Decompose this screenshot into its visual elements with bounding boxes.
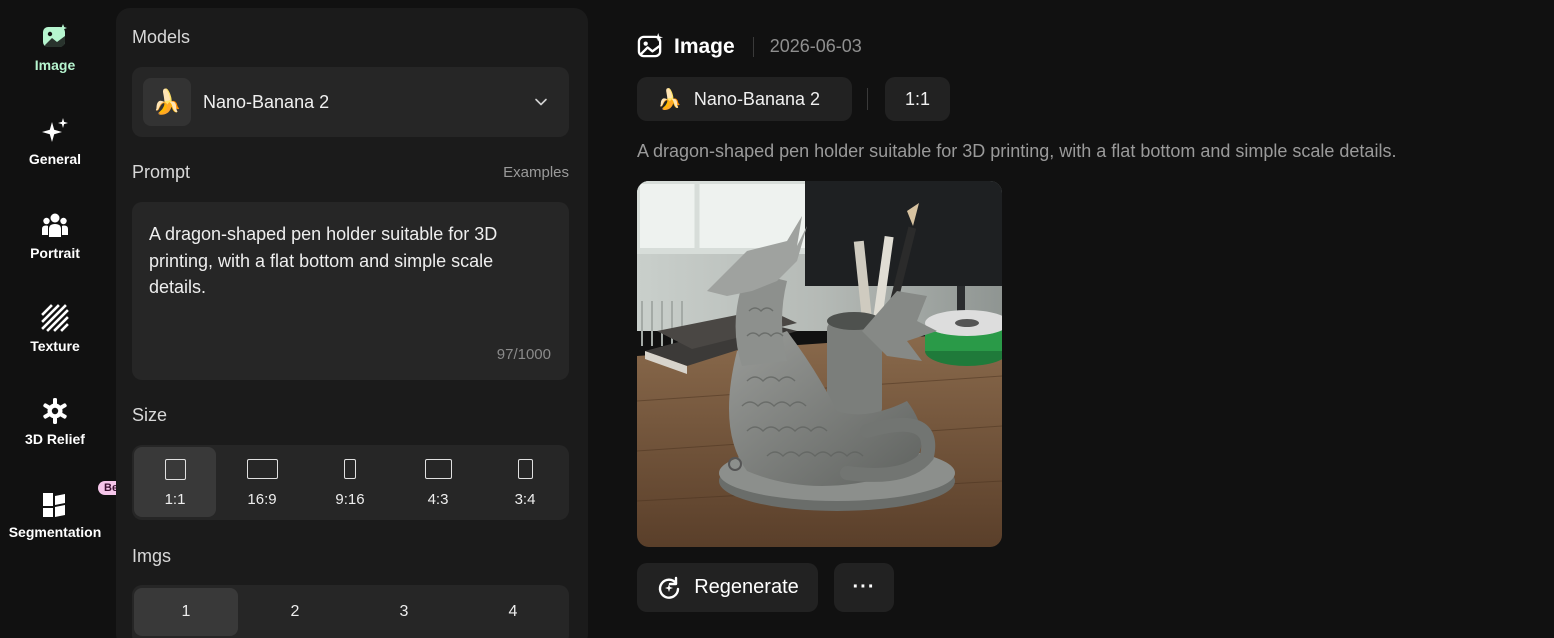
portrait-ratio-icon xyxy=(517,459,533,479)
model-dropdown[interactable]: 🍌 Nano-Banana 2 xyxy=(132,67,569,137)
size-option-3-4[interactable]: 3:4 xyxy=(484,447,566,517)
img-count-option-1[interactable]: 1 xyxy=(134,588,238,636)
imgs-title: Imgs xyxy=(132,546,172,566)
size-selector: 1:1 16:9 9:16 4:3 3:4 xyxy=(132,445,569,520)
divider xyxy=(867,88,868,110)
size-option-1-1[interactable]: 1:1 xyxy=(134,447,216,517)
size-label: 16:9 xyxy=(247,491,277,508)
banana-icon: 🍌 xyxy=(143,78,191,126)
image-sparkle-icon xyxy=(40,22,70,52)
more-options-button[interactable]: ··· xyxy=(834,563,894,612)
nav-item-portrait[interactable]: Portrait xyxy=(0,210,110,261)
size-label: 4:3 xyxy=(427,491,449,508)
regenerate-label: Regenerate xyxy=(694,576,799,598)
model-name: Nano-Banana 2 xyxy=(203,91,330,112)
prompt-title: Prompt xyxy=(132,162,191,182)
result-model-name: Nano-Banana 2 xyxy=(693,88,821,109)
nav-label-texture: Texture xyxy=(30,338,80,354)
nav-label-segmentation: Segmentation xyxy=(8,524,102,540)
result-ratio-chip: 1:1 xyxy=(885,77,950,121)
img-count-option-3[interactable]: 3 xyxy=(352,588,456,636)
size-label: 1:1 xyxy=(164,491,186,508)
size-option-16-9[interactable]: 16:9 xyxy=(221,447,303,517)
generated-image[interactable] xyxy=(637,181,1002,547)
img-count-option-4[interactable]: 4 xyxy=(461,588,565,636)
sparkles-icon xyxy=(40,116,70,146)
nav-item-image[interactable]: Image xyxy=(0,22,110,73)
landscape-ratio-icon xyxy=(424,459,452,479)
segmentation-icon: Beta xyxy=(40,481,134,519)
prompt-char-counter: 97/1000 xyxy=(496,346,551,363)
banana-icon: 🍌 xyxy=(657,88,682,111)
size-option-9-16[interactable]: 9:16 xyxy=(309,447,391,517)
hatch-texture-icon xyxy=(40,303,70,333)
result-model-chip: 🍌 Nano-Banana 2 xyxy=(637,77,852,121)
nav-label-portrait: Portrait xyxy=(30,245,80,261)
result-prompt: A dragon-shaped pen holder suitable for … xyxy=(637,141,1397,161)
img-count-option-2[interactable]: 2 xyxy=(243,588,347,636)
left-nav: Image General Portrait Texture 3D Relief… xyxy=(0,0,134,638)
nav-label-general: General xyxy=(28,151,82,167)
prompt-text: A dragon-shaped pen holder suitable for … xyxy=(149,224,498,297)
nav-label-image: Image xyxy=(34,57,76,73)
refresh-sparkle-icon xyxy=(659,576,680,599)
size-title: Size xyxy=(132,405,168,425)
square-ratio-icon xyxy=(164,459,186,480)
result-title: Image xyxy=(674,34,735,58)
settings-panel: Models 🍌 Nano-Banana 2 Prompt Examples A… xyxy=(116,8,588,638)
nav-item-3d-relief[interactable]: 3D Relief xyxy=(0,396,110,447)
divider xyxy=(752,36,754,57)
chevron-down-icon xyxy=(535,98,547,106)
image-sparkle-icon xyxy=(637,33,664,58)
prompt-textarea[interactable]: A dragon-shaped pen holder suitable for … xyxy=(132,202,569,380)
result-date: 2026-06-03 xyxy=(769,36,862,56)
people-icon xyxy=(40,210,70,240)
result-header: Image 2026-06-03 xyxy=(637,33,862,60)
landscape-ratio-icon xyxy=(246,459,278,479)
nav-item-segmentation[interactable]: Beta Segmentation xyxy=(0,481,134,540)
examples-link[interactable]: Examples xyxy=(503,164,569,181)
portrait-ratio-icon xyxy=(344,459,356,479)
relief-gear-icon xyxy=(40,396,70,426)
models-title: Models xyxy=(132,27,191,47)
image-count-selector: 1 2 3 4 xyxy=(132,585,569,638)
nav-item-general[interactable]: General xyxy=(0,116,110,167)
size-option-4-3[interactable]: 4:3 xyxy=(397,447,479,517)
size-label: 3:4 xyxy=(514,491,536,508)
nav-label-3d-relief: 3D Relief xyxy=(25,431,85,447)
nav-item-texture[interactable]: Texture xyxy=(0,303,110,354)
size-label: 9:16 xyxy=(335,491,365,508)
regenerate-button[interactable]: Regenerate xyxy=(637,563,818,612)
